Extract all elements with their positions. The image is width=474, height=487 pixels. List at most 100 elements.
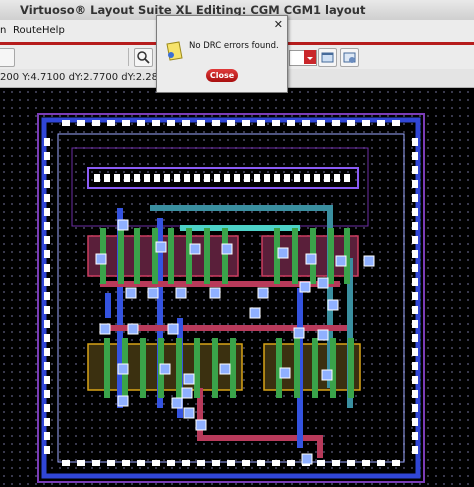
via [183, 373, 195, 385]
gate-finger [118, 228, 124, 284]
strip-contact [334, 174, 340, 182]
via [301, 453, 313, 465]
ring-contact [44, 250, 50, 258]
ring-contact [412, 418, 418, 426]
via [159, 363, 171, 375]
strip-contact [194, 174, 200, 182]
dropdown-arrow-icon[interactable] [304, 50, 316, 64]
ring-contact [44, 376, 50, 384]
ring-contact [257, 120, 265, 126]
via [181, 387, 193, 399]
gate-finger [230, 338, 236, 398]
ring-contact [347, 460, 355, 466]
strip-contact [164, 174, 170, 182]
gate-finger [194, 338, 200, 398]
ring-contact [412, 404, 418, 412]
gate-finger [204, 228, 210, 284]
via [117, 363, 129, 375]
gate-finger [176, 338, 182, 398]
ring-contact [412, 250, 418, 258]
strip-contact [114, 174, 120, 182]
strip-contact [344, 174, 350, 182]
layout-canvas[interactable] [0, 88, 474, 487]
ring-contact [77, 460, 85, 466]
ring-contact [392, 120, 400, 126]
via [125, 287, 137, 299]
via [155, 241, 167, 253]
ring-contact [412, 194, 418, 202]
ring-contact [107, 460, 115, 466]
gate-finger [222, 228, 228, 284]
ring-contact [92, 460, 100, 466]
ring-contact [182, 120, 190, 126]
ring-contact [197, 460, 205, 466]
via [317, 277, 329, 289]
via [147, 287, 159, 299]
via [117, 395, 129, 407]
via [209, 287, 221, 299]
via [171, 397, 183, 409]
top-strip-contacts [94, 174, 350, 182]
close-button[interactable]: Close [206, 69, 238, 82]
settings-icon[interactable] [340, 48, 359, 67]
ring-contact [44, 166, 50, 174]
ring-contact [44, 446, 50, 454]
gate-finger [292, 228, 298, 284]
ring-contact [412, 180, 418, 188]
ring-contact [412, 152, 418, 160]
gate-finger [212, 338, 218, 398]
ring-contact [362, 120, 370, 126]
menu-item-route[interactable]: Route [13, 25, 42, 36]
ring-contact [227, 120, 235, 126]
menu-item-n[interactable]: n [0, 25, 6, 36]
ring-contact [77, 120, 85, 126]
ring-contact [317, 460, 325, 466]
ring-contact [92, 120, 100, 126]
ring-contact [272, 120, 280, 126]
ring-contact [122, 460, 130, 466]
ring-contact [412, 208, 418, 216]
via [117, 219, 129, 231]
via [321, 369, 333, 381]
via [183, 407, 195, 419]
ring-contact [62, 460, 70, 466]
ring-contact [44, 264, 50, 272]
gate-finger [348, 338, 354, 398]
via [95, 253, 107, 265]
ring-contact [412, 138, 418, 146]
gate-finger [328, 228, 334, 284]
menu-item-help[interactable]: Help [42, 25, 65, 36]
ring-contact [377, 460, 385, 466]
via [363, 255, 375, 267]
ring-contact [412, 264, 418, 272]
ring-contact [137, 460, 145, 466]
ring-contact [152, 120, 160, 126]
ring-contact [412, 320, 418, 328]
strip-contact [94, 174, 100, 182]
ring-contact [44, 138, 50, 146]
ring-contact [44, 292, 50, 300]
ring-contact [44, 404, 50, 412]
ring-contact [412, 362, 418, 370]
via [167, 323, 179, 335]
ring-contact [44, 390, 50, 398]
ring-contact [412, 222, 418, 230]
search-icon[interactable] [134, 48, 153, 67]
close-icon[interactable]: ✕ [274, 18, 283, 31]
ring-contact [272, 460, 280, 466]
via [279, 367, 291, 379]
tool-icon[interactable] [0, 48, 15, 67]
window-icon[interactable] [318, 48, 337, 67]
ring-contact [412, 166, 418, 174]
ring-contact [242, 460, 250, 466]
via [293, 327, 305, 339]
ring-contact [107, 120, 115, 126]
gate-finger [168, 228, 174, 284]
via [195, 419, 207, 431]
strip-contact [234, 174, 240, 182]
ring-contact [44, 194, 50, 202]
ring-contact [44, 306, 50, 314]
dialog-message: No DRC errors found. [189, 41, 279, 51]
via [189, 243, 201, 255]
ring-contact [44, 418, 50, 426]
